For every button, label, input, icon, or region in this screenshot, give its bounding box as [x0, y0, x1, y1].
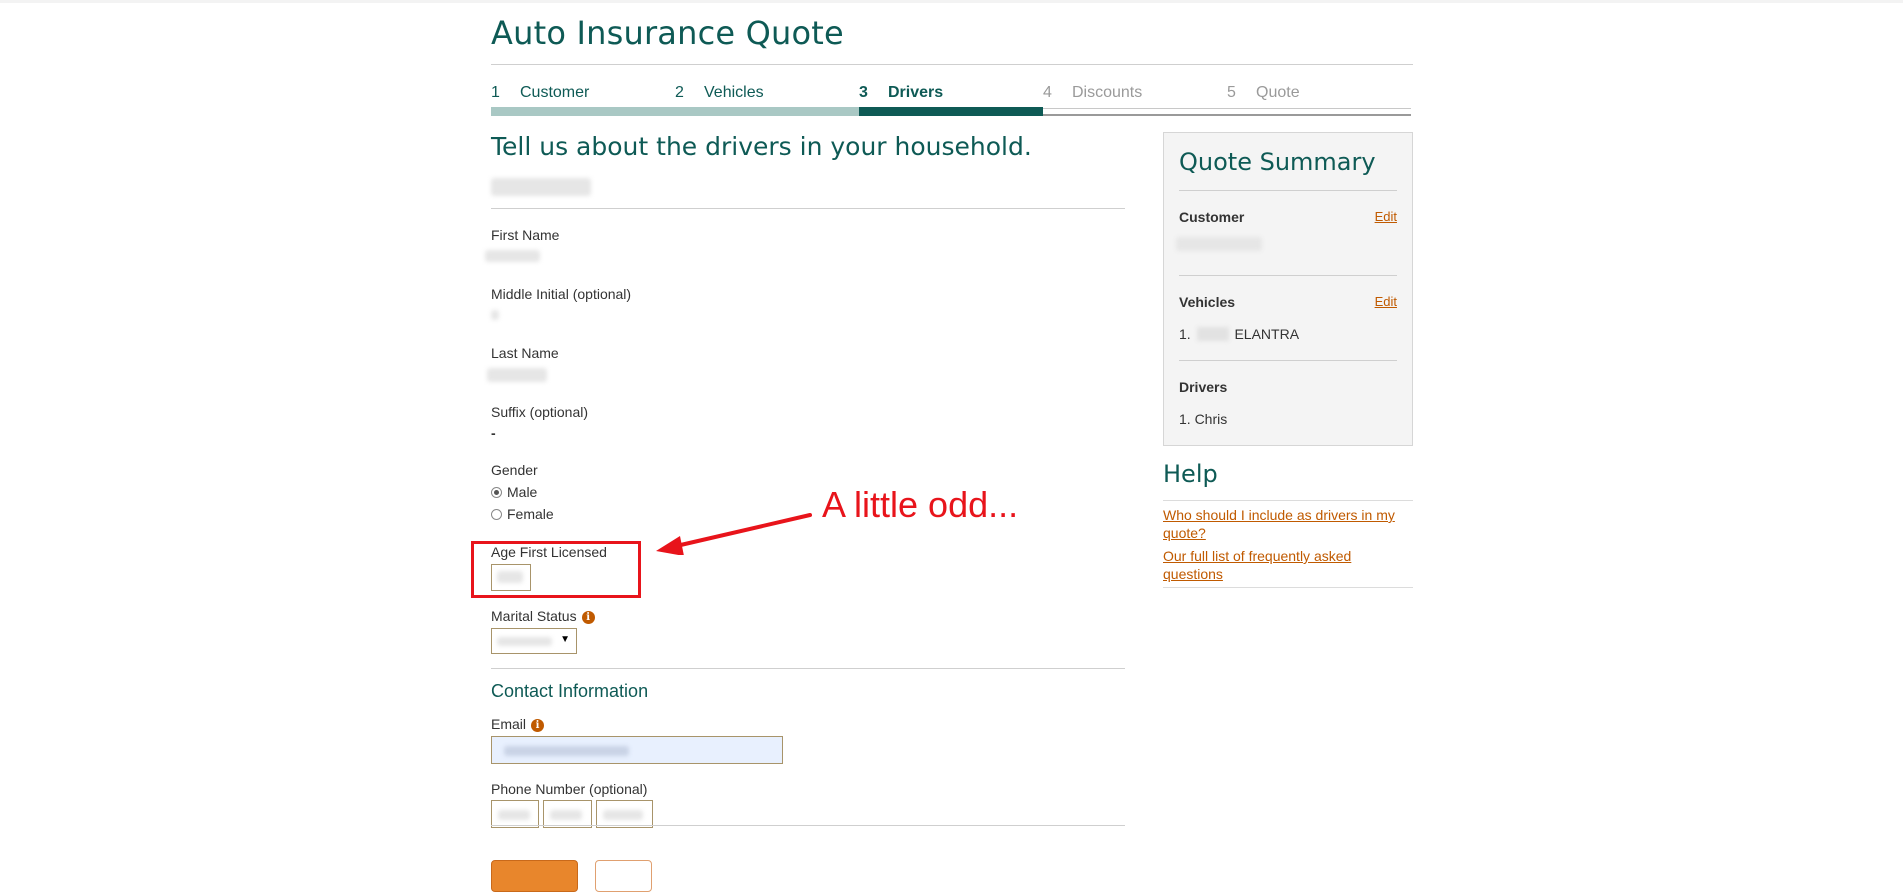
step-bar: [491, 107, 675, 116]
gender-option-label: Male: [507, 484, 538, 500]
suffix-value[interactable]: -: [491, 425, 496, 441]
marital-status-value: [497, 637, 552, 646]
step-drivers[interactable]: 3 Drivers: [859, 82, 1043, 118]
annotation-arrow-icon: [656, 513, 812, 555]
annotation-highlight-box: [471, 541, 641, 598]
step-bar: [675, 107, 859, 116]
back-button[interactable]: [595, 860, 652, 892]
step-label: Discounts: [1072, 84, 1143, 101]
help-divider: [1163, 500, 1413, 501]
contact-heading: Contact Information: [491, 681, 649, 701]
title-divider: [491, 64, 1413, 65]
step-discounts: 4 Discounts: [1043, 82, 1227, 118]
summary-divider: [1179, 360, 1397, 361]
phone-prefix-input[interactable]: [543, 800, 592, 828]
first-name-label: First Name: [491, 227, 560, 243]
gender-label: Gender: [491, 462, 538, 478]
last-name-value[interactable]: [487, 368, 547, 382]
redacted-vehicle-year: [1196, 327, 1229, 341]
radio-checked-icon[interactable]: [491, 487, 502, 498]
marital-status-label: Marital Status i: [491, 608, 595, 624]
step-number: 5: [1227, 84, 1236, 101]
suffix-label: Suffix (optional): [491, 404, 589, 420]
annotation-text: A little odd...: [822, 484, 1019, 525]
quote-summary-title: Quote Summary: [1179, 148, 1376, 176]
page-title: Auto Insurance Quote: [491, 14, 844, 52]
phone-prefix-value: [550, 810, 582, 820]
info-icon[interactable]: i: [581, 611, 595, 624]
step-customer[interactable]: 1 Customer: [491, 82, 675, 118]
marital-status-text: Marital Status: [491, 608, 577, 624]
gender-option-male[interactable]: Male: [491, 484, 537, 500]
step-label: Vehicles: [704, 84, 764, 101]
email-value: [504, 746, 629, 756]
step-vehicles[interactable]: 2 Vehicles: [675, 82, 859, 118]
step-bar: [859, 107, 1043, 116]
step-bar: [1227, 108, 1411, 116]
phone-line-input[interactable]: [596, 800, 653, 828]
middle-initial-label: Middle Initial (optional): [491, 286, 632, 302]
summary-customer-value: [1176, 237, 1262, 251]
step-label: Drivers: [888, 84, 944, 101]
help-link-faq[interactable]: Our full list of frequently asked questi…: [1163, 547, 1403, 583]
continue-button[interactable]: [491, 860, 578, 892]
step-number: 4: [1043, 84, 1052, 101]
phone-label: Phone Number (optional): [491, 781, 648, 797]
marital-status-select[interactable]: ▼: [491, 628, 577, 654]
phone-area-code-input[interactable]: [491, 800, 539, 828]
summary-vehicles-label: Vehicles: [1179, 294, 1236, 310]
middle-initial-value[interactable]: [491, 310, 499, 320]
phone-area-code-value: [498, 810, 530, 820]
summary-drivers-label: Drivers: [1179, 379, 1228, 395]
progress-steps: 1 Customer 2 Vehicles 3 Drivers 4 Discou…: [491, 82, 1413, 118]
step-label: Customer: [520, 84, 590, 101]
chevron-down-icon: ▼: [560, 634, 570, 645]
summary-divider: [1179, 275, 1397, 276]
phone-line-value: [603, 810, 643, 820]
form-divider: [491, 208, 1125, 209]
gender-option-female[interactable]: Female: [491, 506, 554, 522]
step-quote: 5 Quote: [1227, 82, 1411, 118]
help-divider: [1163, 587, 1413, 588]
email-label: Email i: [491, 716, 545, 732]
edit-vehicles-link[interactable]: Edit: [1375, 294, 1397, 309]
footer-divider: [491, 825, 1125, 826]
vehicle-model: ELANTRA: [1234, 326, 1300, 342]
first-name-value[interactable]: [485, 250, 540, 262]
vehicle-index: 1.: [1179, 326, 1191, 342]
section-divider: [491, 668, 1125, 669]
step-number: 2: [675, 84, 684, 101]
gender-option-label: Female: [507, 506, 554, 522]
summary-vehicle-item: 1. ELANTRA: [1179, 326, 1299, 342]
summary-customer-label: Customer: [1179, 209, 1245, 225]
info-icon[interactable]: i: [531, 719, 545, 732]
step-number: 1: [491, 84, 500, 101]
step-label: Quote: [1256, 84, 1300, 101]
email-input[interactable]: [491, 736, 783, 764]
email-label-text: Email: [491, 716, 527, 732]
summary-driver-item: 1. Chris: [1179, 411, 1228, 427]
last-name-label: Last Name: [491, 345, 559, 361]
top-border: [0, 0, 1903, 3]
form-heading: Tell us about the drivers in your househ…: [491, 132, 1032, 161]
edit-customer-link[interactable]: Edit: [1375, 209, 1397, 224]
help-link-drivers[interactable]: Who should I include as drivers in my qu…: [1163, 506, 1403, 542]
help-title: Help: [1163, 460, 1218, 488]
step-bar: [1043, 108, 1227, 116]
summary-divider: [1179, 190, 1397, 191]
step-number: 3: [859, 84, 868, 101]
redacted-driver-name: [491, 178, 591, 196]
radio-unchecked-icon[interactable]: [491, 509, 502, 520]
quote-summary-panel: Quote Summary Customer Edit Vehicles Edi…: [1163, 132, 1413, 446]
